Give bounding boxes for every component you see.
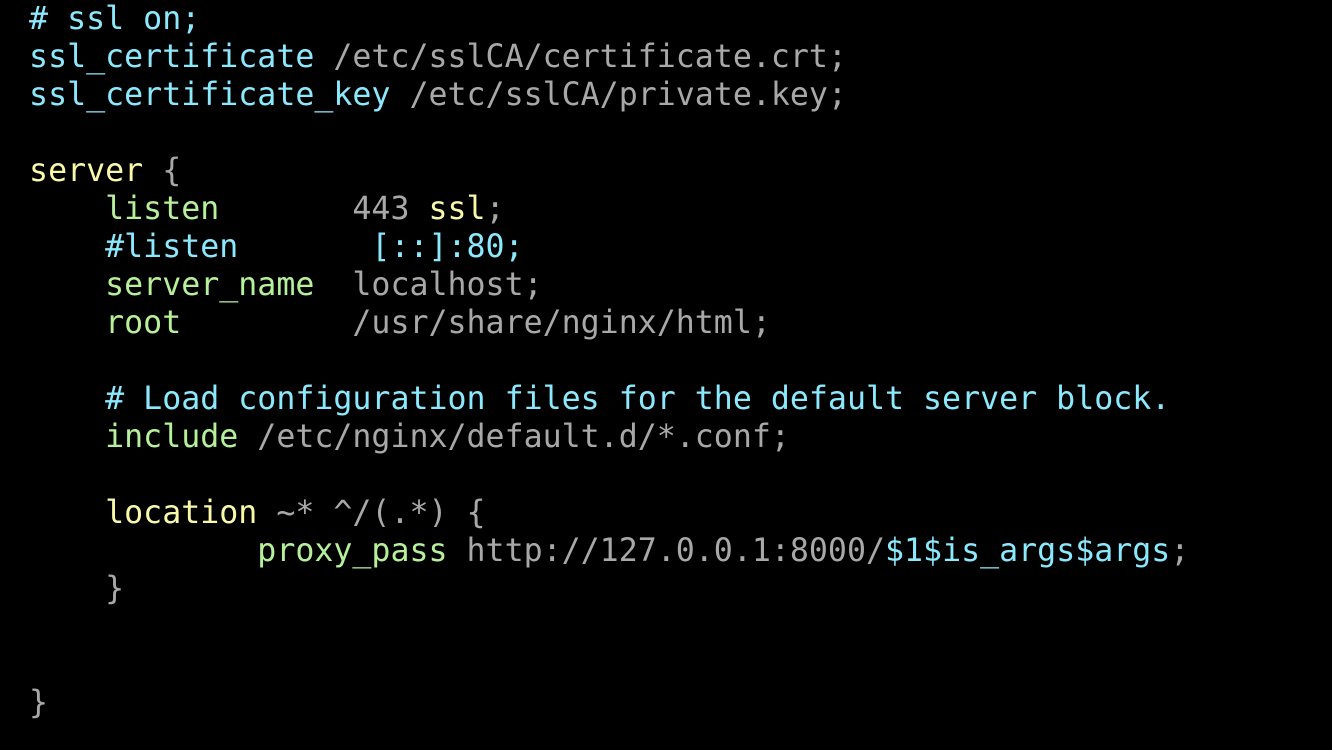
code-line: server_name localhost;: [0, 266, 543, 304]
code-line: include /etc/nginx/default.d/*.conf;: [0, 418, 790, 456]
code-line: }: [0, 684, 48, 722]
code-token-value: /etc/sslCA/private.key;: [390, 77, 847, 113]
code-token-value: localhost;: [314, 267, 543, 303]
code-token-comment: # ssl on;: [0, 1, 201, 37]
code-line: }: [0, 570, 124, 608]
code-token-value: /usr/share/nginx/html;: [181, 305, 771, 341]
code-token-inner-directive: listen: [0, 191, 220, 227]
code-line: server {: [0, 152, 181, 190]
code-token-value: /etc/sslCA/certificate.crt;: [314, 39, 847, 75]
code-line: # ssl on;: [0, 0, 200, 38]
code-token-value: ;: [485, 191, 505, 227]
code-token-block-keyword: ssl: [428, 191, 486, 227]
code-token-value: {: [143, 153, 182, 189]
code-token-inner-directive: proxy_pass: [0, 533, 448, 569]
code-line: # Load configuration files for the defau…: [0, 380, 1170, 418]
code-token-inner-directive: server_name: [0, 267, 315, 303]
code-line: ssl_certificate /etc/sslCA/certificate.c…: [0, 38, 847, 76]
code-token-value: ;: [1170, 533, 1190, 569]
code-token-inner-directive: root: [0, 305, 182, 341]
terminal-editor[interactable]: # ssl on; ssl_certificate /etc/sslCA/cer…: [0, 0, 1332, 750]
code-token-variable: $1$is_args$args: [885, 533, 1171, 569]
code-token-comment: #listen [::]:80;: [0, 229, 524, 265]
code-token-value: }: [29, 685, 49, 721]
code-token-block-keyword: location: [0, 495, 258, 531]
code-token-directive: ssl_certificate: [0, 39, 315, 75]
code-line: proxy_pass http://127.0.0.1:8000/$1$is_a…: [0, 532, 1189, 570]
code-token-inner-directive: include: [0, 419, 239, 455]
code-token-value: ~* ^/(.*) {: [257, 495, 486, 531]
code-token-value: }: [0, 571, 125, 607]
code-token-block-keyword: server: [0, 153, 144, 189]
code-token-value: /etc/nginx/default.d/*.conf;: [238, 419, 790, 455]
code-token-value: 443: [219, 191, 429, 227]
code-line: location ~* ^/(.*) {: [0, 494, 486, 532]
code-token-comment: # Load configuration files for the defau…: [0, 381, 1171, 417]
code-line: #listen [::]:80;: [0, 228, 524, 266]
code-line: root /usr/share/nginx/html;: [0, 304, 771, 342]
code-token-value: http://127.0.0.1:8000/: [447, 533, 885, 569]
code-line: ssl_certificate_key /etc/sslCA/private.k…: [0, 76, 847, 114]
code-line: listen 443 ssl;: [0, 190, 505, 228]
code-token-directive: ssl_certificate_key: [0, 77, 391, 113]
